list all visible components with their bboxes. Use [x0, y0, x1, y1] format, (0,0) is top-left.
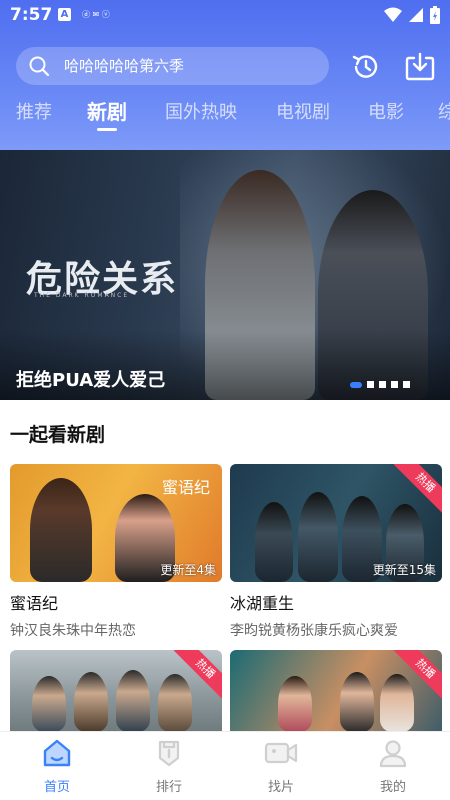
tab-new-drama[interactable]: 新剧 [87, 98, 127, 125]
drama-thumbnail: 热播 更新至15集 [230, 464, 442, 582]
drama-subtitle: 李昀锐黄杨张康乐疯心爽爱 [230, 623, 398, 639]
tab-movies[interactable]: 电影 [368, 98, 404, 124]
banner-logo-subtitle: THE DARK ROMANCE [34, 292, 130, 299]
drama-thumbnail: 热播 [230, 650, 442, 732]
user-icon [379, 740, 407, 768]
tab-variety[interactable]: 综 [438, 98, 450, 124]
drama-title: 蜜语纪 [10, 594, 59, 613]
thumb-figure [278, 676, 312, 732]
thumb-figure [340, 672, 374, 732]
carousel-dot [403, 381, 410, 388]
hero-banner[interactable]: 危险关系 THE DARK ROMANCE 拒绝PUA爱人爱己 [0, 150, 450, 400]
thumb-figure [74, 672, 108, 732]
nav-home-label: 首页 [43, 780, 70, 795]
home-icon [43, 739, 71, 767]
thumb-figure [158, 674, 192, 732]
status-bar: 7:57 A ⓓ ✉ ⓥ [0, 0, 450, 32]
drama-thumbnail: 热播 [10, 650, 222, 732]
drama-thumbnail: 蜜语纪 更新至4集 [10, 464, 222, 582]
nav-profile[interactable]: 我的 [353, 738, 433, 795]
video-camera-icon [264, 742, 298, 764]
carousel-dot-active [350, 381, 362, 388]
search-input[interactable]: 哈哈哈哈哈第六季 [64, 47, 184, 85]
thumb-figure [380, 674, 414, 732]
system-icons [384, 6, 440, 24]
nav-ranking[interactable]: 排行 [129, 738, 209, 795]
episode-badge: 更新至15集 [372, 563, 436, 577]
thumb-figure [116, 670, 150, 732]
drama-card[interactable]: 热播 [10, 650, 222, 732]
download-icon[interactable] [404, 51, 436, 83]
nav-profile-label: 我的 [379, 780, 406, 795]
category-tabs: 推荐 新剧 国外热映 电视剧 电影 综 [0, 98, 450, 138]
carousel-dot [391, 381, 398, 388]
status-time: 7:57 [10, 5, 53, 25]
history-icon[interactable] [350, 51, 382, 83]
battery-icon [430, 6, 440, 24]
nav-discover-label: 找片 [267, 780, 294, 795]
nav-home[interactable]: 首页 [17, 738, 97, 795]
drama-title: 冰湖重生 [230, 594, 295, 613]
ranking-icon [158, 740, 180, 767]
thumb-figure [32, 676, 66, 732]
search-icon [29, 56, 50, 77]
thumb-title-art: 蜜语纪 [161, 478, 210, 497]
tab-recommend[interactable]: 推荐 [16, 98, 52, 124]
drama-subtitle: 钟汉良朱珠中年热恋 [10, 623, 136, 639]
drama-card[interactable]: 热播 [230, 650, 442, 732]
section-title: 一起看新剧 [10, 424, 106, 446]
thumb-figure [298, 492, 338, 582]
bottom-navigation: 首页 排行 找片 我的 [0, 731, 450, 800]
wifi-icon [384, 7, 402, 22]
episode-badge: 更新至4集 [160, 563, 216, 577]
nav-ranking-label: 排行 [155, 780, 182, 795]
signal-icon [409, 8, 423, 22]
carousel-indicator [350, 381, 410, 388]
tab-tv-series[interactable]: 电视剧 [276, 98, 330, 124]
carousel-dot [379, 381, 386, 388]
app-badge-icon: A [58, 8, 71, 21]
carousel-dot [367, 381, 374, 388]
thumb-actor [30, 478, 92, 582]
drama-card[interactable]: 热播 更新至15集 冰湖重生 李昀锐黄杨张康乐疯心爽爱 [230, 464, 442, 640]
header: 7:57 A ⓓ ✉ ⓥ 哈哈哈哈哈第六季 推荐 新剧 国外热映 电视剧 电影 … [0, 0, 450, 150]
banner-caption: 拒绝PUA爱人爱己 [16, 370, 166, 391]
thumb-figure [255, 502, 293, 582]
nav-discover[interactable]: 找片 [241, 738, 321, 795]
active-tab-indicator [97, 128, 117, 131]
tab-foreign-hits[interactable]: 国外热映 [165, 98, 237, 124]
drama-card[interactable]: 蜜语纪 更新至4集 蜜语纪 钟汉良朱珠中年热恋 [10, 464, 222, 640]
search-bar[interactable]: 哈哈哈哈哈第六季 [16, 47, 329, 85]
notification-icons: ⓓ ✉ ⓥ [82, 10, 110, 19]
